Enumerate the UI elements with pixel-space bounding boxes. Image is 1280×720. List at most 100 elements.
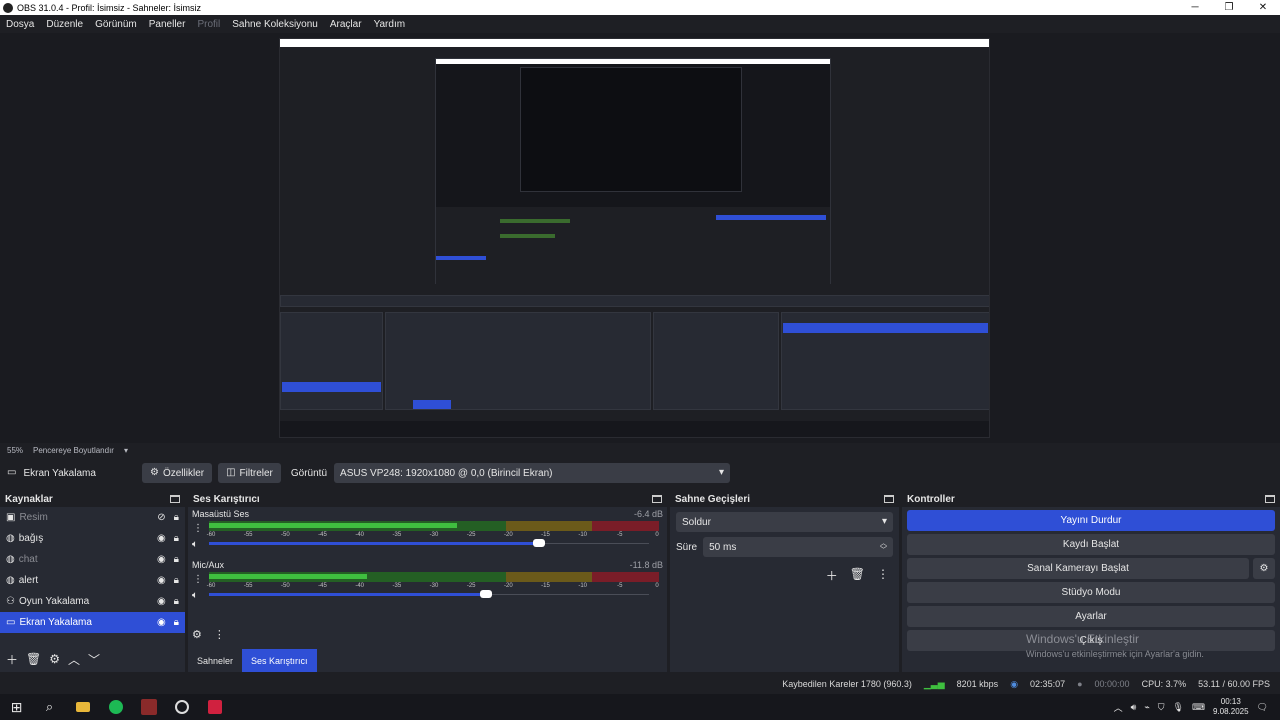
trash-icon[interactable]: 🗑︎ [26,652,41,666]
speaker-icon[interactable]: 🔈︎ [192,590,198,601]
meter-tick-label: -40 [355,532,364,538]
display-select-value: ASUS VP248: 1920x1080 @ 0,0 (Birincil Ek… [340,467,553,479]
menu-duzenle[interactable]: Düzenle [46,19,83,30]
volume-slider-track[interactable] [545,543,649,544]
restore-button[interactable]: ❐ [1212,2,1246,13]
menu-profil[interactable]: Profil [197,19,220,30]
eye-icon[interactable]: ◉ [157,533,166,544]
menu-gorunum[interactable]: Görünüm [95,19,137,30]
minimize-button[interactable]: ─ [1178,2,1212,13]
preview-nested-menubar [280,47,989,54]
notification-icon[interactable]: 🗨︎ [1257,702,1268,713]
source-name: alert [18,575,39,586]
kebab-menu-icon[interactable]: ⋮ [877,567,889,584]
source-item[interactable]: ◍ bağış ◉ 🔒︎ [0,528,185,549]
preview-area[interactable] [0,33,1280,443]
lock-icon[interactable]: 🔒︎ [174,617,179,628]
zoom-mode-dropdown[interactable]: Pencereye Boyutlandır [33,446,114,455]
menu-yardim[interactable]: Yardım [374,19,406,30]
obs-taskbar-icon[interactable] [165,694,198,720]
chevron-down-icon[interactable]: ▾ [124,446,128,455]
menu-sahne-koleksiyonu[interactable]: Sahne Koleksiyonu [232,19,318,30]
arrow-up-icon[interactable]: ︿ [68,651,80,668]
windows-start-icon[interactable]: ⊞ [0,694,33,720]
tab-audio-mixer[interactable]: Ses Karıştırıcı [242,649,317,672]
source-item[interactable]: ⚇ Oyun Yakalama ◉ 🔒︎ [0,591,185,612]
float-dock-icon[interactable] [652,495,662,503]
trash-icon[interactable]: 🗑︎ [850,567,865,584]
eye-icon[interactable]: ◉ [157,575,166,586]
menu-dosya[interactable]: Dosya [6,19,34,30]
source-item-selected[interactable]: ▭ Ekran Yakalama ◉ 🔒︎ [0,612,185,633]
float-dock-icon[interactable] [884,495,894,503]
kebab-menu-icon[interactable]: ⋮ [193,523,203,534]
exit-button[interactable]: Çıkış [907,630,1275,651]
source-item[interactable]: ◍ alert ◉ 🔒︎ [0,570,185,591]
properties-button[interactable]: ⚙ Özellikler [142,463,213,483]
meter-tick-label: -30 [429,532,439,538]
add-transition-icon[interactable]: ＋ [826,567,838,584]
keyboard-icon[interactable]: ⌨ [1192,702,1205,713]
menu-araclar[interactable]: Araçlar [330,19,362,30]
virtual-camera-settings-button[interactable]: ⚙ [1253,558,1275,579]
meter-tick-label: -15 [541,532,550,538]
volume-slider[interactable] [209,539,545,547]
start-recording-button[interactable]: Kaydı Başlat [907,534,1275,555]
lock-icon[interactable]: 🔒︎ [174,554,179,565]
menu-paneller[interactable]: Paneller [149,19,186,30]
meter-tick-label: -5 [617,532,623,538]
speaker-icon[interactable]: 🔈︎ [192,539,198,550]
duration-input[interactable]: 50 ms ︿ ﹀ [703,537,893,557]
filters-button[interactable]: ◫ Filtreler [218,463,281,483]
spotify-icon[interactable] [99,694,132,720]
stop-stream-button[interactable]: Yayını Durdur [907,510,1275,531]
chevron-up-icon[interactable]: ︿ [1114,701,1123,714]
mic-icon[interactable]: 🎙︎ [1173,702,1184,713]
app-red-icon[interactable] [132,694,165,720]
network-icon[interactable]: ⌁ [1144,702,1149,713]
shield-icon[interactable]: ⛉ [1158,702,1165,713]
channel-db: -6.4 dB [633,509,663,519]
meter-level [209,523,457,528]
arrow-down-icon[interactable]: ﹀ [88,651,100,668]
studio-mode-button[interactable]: Stüdyo Modu [907,582,1275,603]
spin-arrows-icon[interactable]: ︿ ﹀ [880,540,887,554]
volume-slider-track[interactable] [492,594,649,595]
lock-icon[interactable]: 🔒︎ [174,512,179,523]
eye-off-icon[interactable]: ⊘ [157,512,165,523]
lock-icon[interactable]: 🔒︎ [174,533,179,544]
kebab-menu-icon[interactable]: ⋮ [214,628,225,641]
eye-icon[interactable]: ◉ [157,554,166,565]
gear-icon[interactable]: ⚙ [49,652,60,666]
source-item[interactable]: ▣ Resim ⊘ 🔒︎ [0,507,185,528]
settings-button[interactable]: Ayarlar [907,606,1275,627]
clock[interactable]: 00:13 9.08.2025 [1213,697,1249,717]
search-icon[interactable]: ⌕ [33,694,66,720]
menu-bar: Dosya Düzenle Görünüm Paneller Profil Sa… [0,15,1280,33]
float-dock-icon[interactable] [1265,495,1275,503]
lock-icon[interactable]: 🔒︎ [174,575,179,586]
display-select[interactable]: ASUS VP248: 1920x1080 @ 0,0 (Birincil Ek… [334,463,731,483]
source-item[interactable]: ◍ chat ◉ 🔒︎ [0,549,185,570]
tab-scenes[interactable]: Sahneler [188,649,242,672]
volume-slider[interactable] [209,590,493,598]
float-dock-icon[interactable] [170,495,180,503]
app-pink-icon[interactable] [198,694,231,720]
volume-slider-knob[interactable] [533,539,545,547]
meter-tick-label: -20 [503,583,513,589]
volume-slider-knob[interactable] [480,590,493,598]
start-virtual-camera-button[interactable]: Sanal Kamerayı Başlat [907,558,1249,579]
add-source-icon[interactable]: ＋ [6,651,18,668]
meter-tick-label: -60 [206,583,216,589]
eye-icon[interactable]: ◉ [157,617,166,628]
eye-icon[interactable]: ◉ [157,596,166,607]
close-button[interactable]: ✕ [1246,2,1280,13]
preview-canvas[interactable] [279,38,990,438]
transition-type-select[interactable]: Soldur ▾ [676,512,893,532]
kebab-menu-icon[interactable]: ⋮ [193,574,203,585]
audio-mixer-title: Ses Karıştırıcı [193,493,260,505]
folder-icon[interactable] [66,694,99,720]
volume-icon[interactable]: 🔊︎ [1131,702,1137,713]
lock-icon[interactable]: 🔒︎ [174,596,179,607]
advanced-audio-icon[interactable]: ⚙ [192,628,202,641]
